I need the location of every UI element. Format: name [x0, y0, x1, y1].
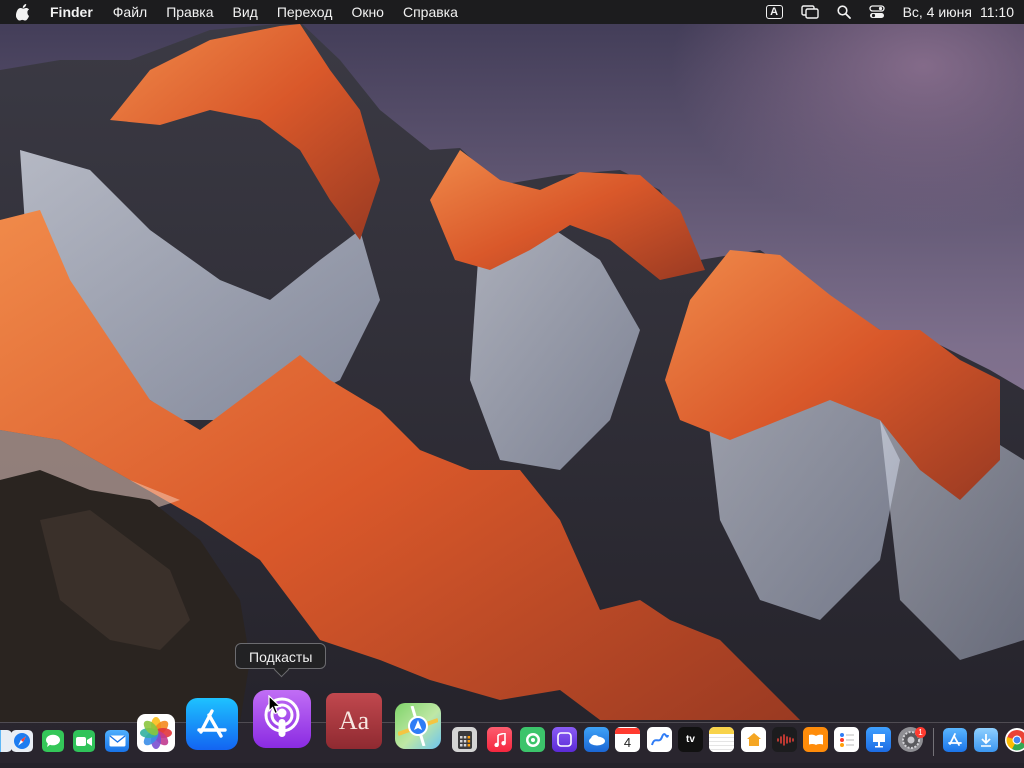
control-center-icon[interactable]: [868, 5, 885, 19]
messages-icon[interactable]: [42, 730, 64, 752]
apple-menu-icon[interactable]: [16, 3, 32, 21]
menu-view[interactable]: Вид: [233, 4, 258, 20]
menu-bar: Finder Файл Правка Вид Переход Окно Спра…: [0, 0, 1024, 24]
keyboard-layout-indicator[interactable]: A: [765, 5, 783, 19]
books-icon[interactable]: [803, 727, 828, 752]
menu-help[interactable]: Справка: [403, 4, 458, 20]
desktop-wallpaper: [0, 0, 1024, 768]
dictionary-label: Aa: [338, 706, 370, 735]
music-icon[interactable]: [487, 727, 512, 752]
chrome-icon[interactable]: [1005, 728, 1024, 752]
dictionary-icon[interactable]: Aa: [326, 693, 382, 749]
home-icon[interactable]: [741, 727, 766, 752]
mail-icon[interactable]: [105, 730, 129, 752]
screen-mirroring-icon[interactable]: [800, 5, 819, 19]
podcasts-icon[interactable]: [253, 690, 311, 748]
menu-go[interactable]: Переход: [277, 4, 333, 20]
downloads-folder-icon[interactable]: [974, 728, 998, 752]
calculator-icon[interactable]: [452, 727, 477, 752]
menubar-time[interactable]: 11:10: [980, 4, 1014, 20]
menu-window[interactable]: Окно: [351, 4, 384, 20]
tv-icon[interactable]: tv: [678, 727, 703, 752]
spotlight-search-icon[interactable]: [836, 5, 851, 19]
keynote-icon[interactable]: [866, 727, 891, 752]
app-name-menu[interactable]: Finder: [50, 4, 93, 20]
maps-icon[interactable]: [395, 703, 441, 749]
app-store-icon[interactable]: [186, 698, 238, 750]
screen-time-icon[interactable]: [552, 727, 577, 752]
safari-icon[interactable]: [11, 730, 33, 752]
settings-badge: 1: [915, 727, 926, 738]
facetime-icon[interactable]: [73, 730, 95, 752]
calendar-icon[interactable]: 4: [615, 727, 640, 752]
calendar-day: 4: [623, 735, 632, 750]
menu-file[interactable]: Файл: [113, 4, 147, 20]
menu-edit[interactable]: Правка: [166, 4, 213, 20]
notes-header: [709, 727, 734, 734]
reminders-icon[interactable]: [834, 727, 859, 752]
tv-label: tv: [686, 734, 695, 745]
dock-separator: [933, 728, 934, 756]
weather-icon[interactable]: [584, 727, 609, 752]
menubar-date[interactable]: Вс, 4 июня: [903, 4, 972, 20]
dock-tooltip: Подкасты: [235, 643, 327, 669]
find-my-icon[interactable]: [520, 727, 545, 752]
mouse-cursor-icon: [268, 695, 282, 715]
voice-memos-icon[interactable]: [772, 727, 797, 752]
applications-folder-icon[interactable]: [943, 728, 967, 752]
freeform-icon[interactable]: [647, 727, 672, 752]
notes-lines: [709, 734, 734, 752]
photos-icon[interactable]: [137, 714, 175, 752]
notes-icon[interactable]: [709, 727, 734, 752]
